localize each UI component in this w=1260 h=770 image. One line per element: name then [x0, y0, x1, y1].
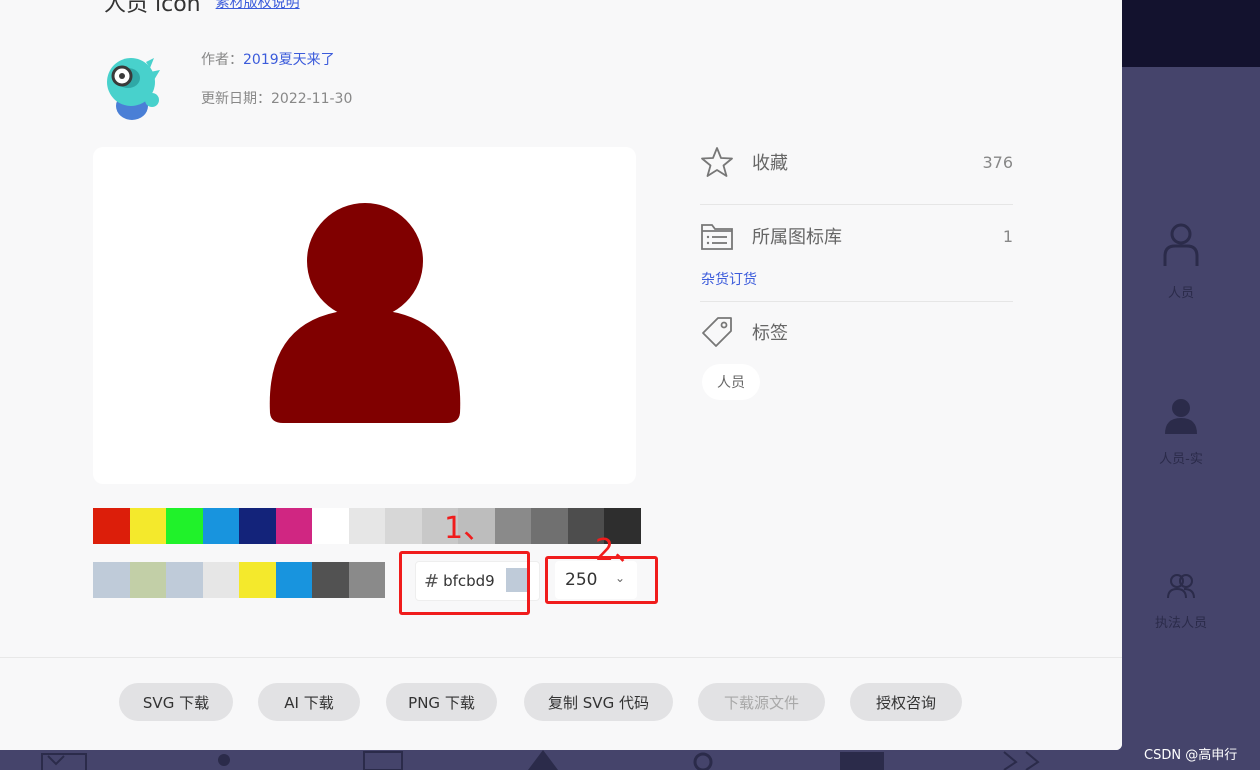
library-row: 所属图标库 1: [700, 216, 1013, 256]
color-swatch[interactable]: [166, 508, 203, 544]
update-date-line: 更新日期：2022-11-30: [201, 88, 352, 108]
person-outline-icon: [1163, 223, 1199, 266]
tag-pill[interactable]: 人员: [702, 364, 760, 400]
color-swatch[interactable]: [275, 562, 312, 598]
favorites-label: 收藏: [752, 153, 788, 174]
color-swatch[interactable]: [239, 562, 276, 598]
color-swatch[interactable]: [93, 508, 130, 544]
author-line: 作者：2019夏天来了: [201, 49, 335, 69]
update-date: 2022-11-30: [271, 91, 353, 107]
bg-icon-label: 人员: [1167, 286, 1194, 301]
color-swatch[interactable]: [348, 508, 385, 544]
color-swatch[interactable]: [202, 508, 239, 544]
color-swatch[interactable]: [129, 562, 166, 598]
color-swatch[interactable]: [531, 508, 568, 544]
ai-download-button[interactable]: AI 下载: [258, 683, 360, 721]
library-label: 所属图标库: [752, 227, 842, 248]
tags-row: 标签: [700, 312, 1013, 352]
download-source-button[interactable]: 下载源文件: [698, 683, 825, 721]
person-solid-icon: [1165, 399, 1197, 434]
icon-preview: [93, 147, 636, 484]
color-swatch[interactable]: [275, 508, 312, 544]
annotation-number-1: 1、: [444, 511, 494, 546]
copy-svg-code-button[interactable]: 复制 SVG 代码: [524, 683, 673, 721]
star-icon[interactable]: [700, 145, 734, 179]
bg-icon-item-person: 人员: [1121, 220, 1241, 301]
annotation-box-1: [399, 551, 530, 615]
png-download-button[interactable]: PNG 下载: [386, 683, 497, 721]
color-swatch[interactable]: [312, 508, 349, 544]
person-icon: [269, 203, 461, 423]
color-swatch[interactable]: [202, 562, 239, 598]
author-label: 作者：: [201, 52, 243, 68]
color-palette-row-2: [93, 562, 385, 598]
license-link[interactable]: 素材版权说明: [216, 0, 300, 11]
library-count: 1: [1002, 226, 1013, 246]
favorites-row[interactable]: 收藏 376: [700, 142, 1013, 182]
tag-icon: [702, 317, 732, 347]
folder-list-icon: [701, 224, 733, 250]
bg-icon-label: 人员-实: [1159, 452, 1203, 467]
svg-download-button[interactable]: SVG 下载: [119, 683, 233, 721]
title-text: 人员 icon: [104, 0, 201, 17]
bg-icon-label: 执法人员: [1154, 616, 1207, 631]
divider: [700, 301, 1013, 302]
divider: [700, 204, 1013, 205]
color-palette-row-1: [93, 508, 641, 544]
bg-icon-item-person-solid: 人员-实: [1121, 396, 1241, 467]
annotation-number-2: 2、: [595, 533, 645, 568]
background-icon-strip: [0, 750, 1122, 770]
color-swatch[interactable]: [93, 562, 130, 598]
color-swatch[interactable]: [129, 508, 166, 544]
people-outline-icon: [1167, 574, 1195, 599]
color-swatch[interactable]: [494, 508, 531, 544]
color-swatch[interactable]: [385, 508, 422, 544]
favorites-count: 376: [982, 152, 1013, 172]
avatar[interactable]: [98, 52, 166, 124]
partial-icons-icon: [41, 750, 1040, 770]
date-label: 更新日期：: [201, 91, 271, 107]
bg-icon-item-law-enforcement: 执法人员: [1121, 572, 1241, 631]
icon-detail-modal: 人员 icon 素材版权说明 作者：2019夏天来了 更新日期：2022-11-…: [0, 0, 1122, 750]
license-consult-button[interactable]: 授权咨询: [850, 683, 962, 721]
color-swatch[interactable]: [166, 562, 203, 598]
author-name-link[interactable]: 2019夏天来了: [243, 52, 335, 68]
color-swatch[interactable]: [348, 562, 385, 598]
tags-label: 标签: [752, 323, 788, 344]
color-swatch[interactable]: [239, 508, 276, 544]
page-title: 人员 icon 素材版权说明: [104, 0, 300, 18]
library-link[interactable]: 杂货订货: [701, 269, 757, 289]
watermark: CSDN @高申行: [1144, 748, 1238, 763]
color-swatch[interactable]: [312, 562, 349, 598]
